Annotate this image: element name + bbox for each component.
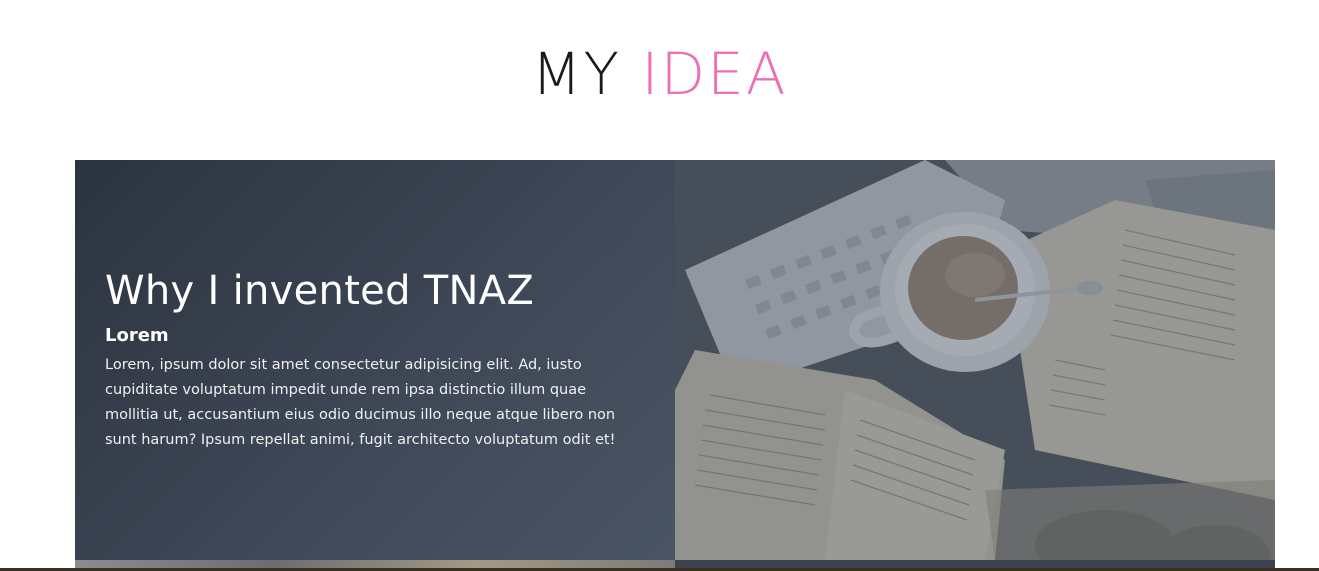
card-heading: Why I invented TNAZ xyxy=(105,268,535,314)
coffee-books-photo xyxy=(675,160,1275,560)
photo-illustration xyxy=(675,160,1275,560)
card-body-text: Lorem, ipsum dolor sit amet consectetur … xyxy=(105,357,616,448)
section-title: MY IDEA xyxy=(0,38,1319,110)
card-subheading: Lorem xyxy=(105,325,169,346)
idea-row: Why I invented TNAZ Lorem Lorem, ipsum d… xyxy=(75,160,1275,560)
section-title-lead: MY xyxy=(531,40,621,108)
idea-text-card: Why I invented TNAZ Lorem Lorem, ipsum d… xyxy=(75,160,675,560)
section-title-accent: IDEA xyxy=(641,40,788,108)
